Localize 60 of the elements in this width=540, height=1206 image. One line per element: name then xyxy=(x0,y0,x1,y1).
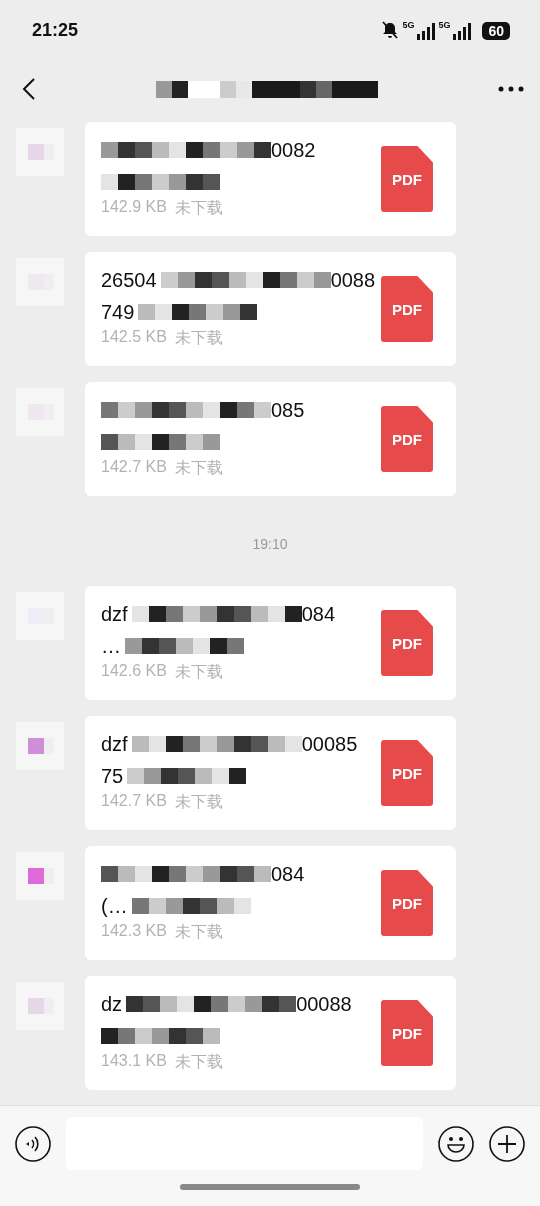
file-name: 0088 xyxy=(330,268,376,292)
file-size: 142.7 KB xyxy=(101,792,167,811)
file-name: 00085 xyxy=(301,732,358,756)
file-name: 0082 xyxy=(271,138,316,162)
file-name: dzf xyxy=(101,602,128,626)
emoji-icon[interactable] xyxy=(438,1125,474,1162)
file-message-card[interactable]: 085 142.7 KB 未下载 PDF xyxy=(85,382,456,496)
avatar xyxy=(16,128,64,176)
file-size: 142.7 KB xyxy=(101,458,167,477)
signal-icon xyxy=(452,22,473,40)
download-status: 未下载 xyxy=(174,922,223,942)
download-status: 未下载 xyxy=(174,1052,223,1072)
file-name: 749 xyxy=(101,300,135,324)
pdf-file-icon: PDF xyxy=(381,406,433,472)
file-size: 142.6 KB xyxy=(101,662,167,681)
file-name: 084 xyxy=(271,862,305,886)
network-label: 5G xyxy=(438,20,451,30)
pdf-file-icon: PDF xyxy=(381,276,433,342)
file-name: 00088 xyxy=(296,992,352,1016)
file-name: 75 xyxy=(101,764,124,788)
bell-muted-icon xyxy=(380,20,401,40)
avatar xyxy=(16,982,64,1030)
file-size: 142.3 KB xyxy=(101,922,167,941)
download-status: 未下载 xyxy=(174,662,223,682)
file-message-card[interactable]: dzf 084 … 142.6 KB 未下载 PDF xyxy=(85,586,456,700)
pdf-file-icon: PDF xyxy=(381,870,433,936)
file-name: dzf xyxy=(101,732,128,756)
more-icon[interactable] xyxy=(498,86,524,92)
download-status: 未下载 xyxy=(174,792,223,812)
file-name: 26504 xyxy=(101,268,157,292)
avatar xyxy=(16,852,64,900)
plus-icon[interactable] xyxy=(489,1125,525,1162)
message-time: 19:10 xyxy=(252,536,288,552)
file-name: … xyxy=(101,634,121,658)
network-label: 5G xyxy=(402,20,415,30)
battery-level: 60 xyxy=(482,22,510,40)
file-message-card[interactable]: dzf 00085 75 142.7 KB 未下载 PDF xyxy=(85,716,456,830)
file-name: (… xyxy=(101,894,128,918)
file-size: 142.9 KB xyxy=(101,198,167,217)
pdf-file-icon: PDF xyxy=(381,146,433,212)
back-icon[interactable] xyxy=(22,77,36,101)
status-time: 21:25 xyxy=(32,19,79,41)
file-name: 084 xyxy=(301,602,336,626)
download-status: 未下载 xyxy=(174,328,223,348)
file-name: 085 xyxy=(271,398,305,422)
pdf-file-icon: PDF xyxy=(381,610,433,676)
pdf-file-icon: PDF xyxy=(381,1000,433,1066)
file-message-card[interactable]: 0082 142.9 KB 未下载 PDF xyxy=(85,122,456,236)
file-message-card[interactable]: dz 00088 143.1 KB 未下载 PDF xyxy=(85,976,456,1090)
file-name: dz xyxy=(101,992,123,1016)
file-message-card[interactable]: 084 (… 142.3 KB 未下载 PDF xyxy=(85,846,456,960)
download-status: 未下载 xyxy=(174,458,223,478)
file-size: 143.1 KB xyxy=(101,1052,167,1071)
signal-icon xyxy=(416,22,437,40)
download-status: 未下载 xyxy=(174,198,223,218)
pdf-file-icon: PDF xyxy=(381,740,433,806)
file-message-card[interactable]: 26504 0088 749 142.5 KB 未下载 PDF xyxy=(85,252,456,366)
avatar xyxy=(16,722,64,770)
file-size: 142.5 KB xyxy=(101,328,167,347)
voice-icon[interactable] xyxy=(15,1125,51,1162)
